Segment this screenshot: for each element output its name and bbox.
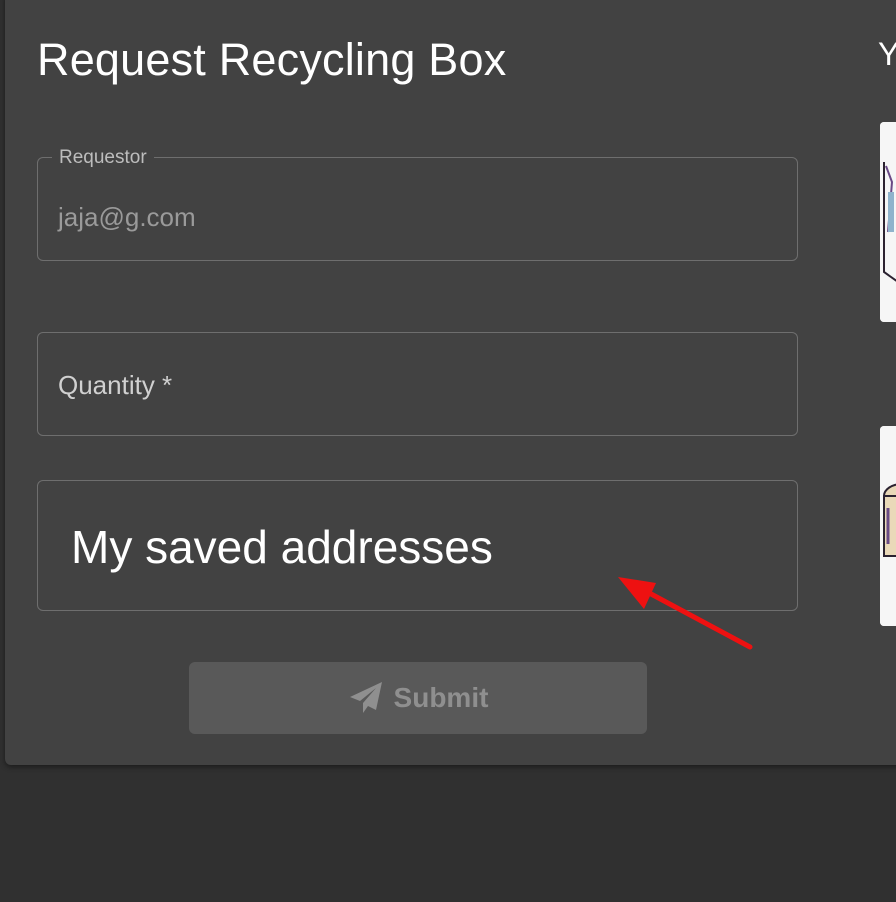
- dialog-title: Request Recycling Box: [37, 34, 507, 85]
- submit-button[interactable]: Submit: [189, 662, 647, 734]
- quantity-field[interactable]: Quantity *: [37, 332, 798, 436]
- requestor-value: jaja@g.com: [58, 202, 196, 232]
- paper-plane-icon: [349, 682, 382, 713]
- annotation-red-arrow: [618, 577, 753, 650]
- product-image-1: [880, 122, 896, 322]
- requestor-label: Requestor: [52, 148, 154, 167]
- submit-label: Submit: [393, 682, 489, 713]
- right-panel-heading: Y: [878, 36, 896, 72]
- product-thumbnail-1[interactable]: [880, 122, 896, 322]
- saved-addresses-label: My saved addresses: [71, 521, 493, 573]
- product-image-2: [880, 426, 896, 626]
- product-thumbnail-2[interactable]: [880, 426, 896, 626]
- requestor-field[interactable]: Requestor jaja@g.com: [37, 148, 798, 261]
- quantity-label: Quantity *: [58, 370, 173, 400]
